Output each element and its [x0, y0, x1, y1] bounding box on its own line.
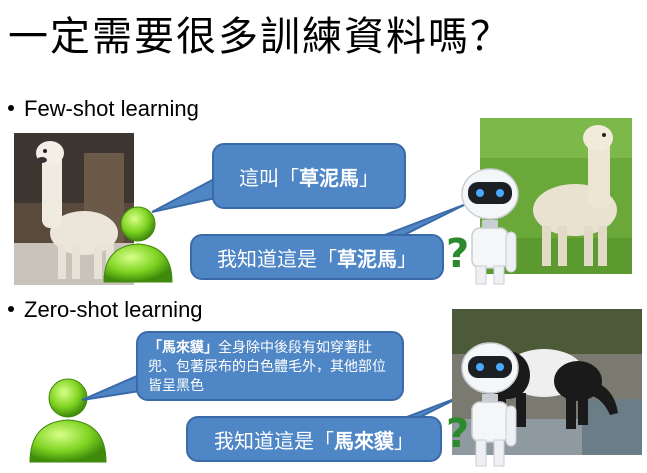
reply-close-quote: 」 — [394, 428, 414, 453]
few-shot-speech-bubble: 這叫「草泥馬」 — [212, 143, 406, 209]
reply-animal-name: 馬來貘 — [334, 428, 394, 453]
reply-close-quote: 」 — [397, 246, 417, 271]
desc-close-quote: 」 — [204, 340, 218, 356]
few-shot-robot-reply: 我知道這是「草泥馬」 — [190, 234, 444, 280]
reply-open-quote: 「 — [317, 246, 337, 271]
reply-prefix: 我知道這是 — [217, 246, 317, 271]
speech-close-quote: 」 — [359, 165, 379, 190]
bullet-zero-shot-label: Zero-shot learning — [24, 297, 203, 322]
page-title: 一定需要很多訓練資料嗎？ — [8, 14, 512, 60]
desc-open-quote: 「 — [148, 340, 162, 356]
callout-tail — [151, 176, 217, 213]
speech-prefix: 這叫 — [239, 165, 279, 190]
reply-prefix: 我知道這是 — [214, 428, 314, 453]
bullet-few-shot-label: Few-shot learning — [24, 96, 199, 121]
bullet-zero-shot: Zero-shot learning — [6, 297, 203, 323]
zero-shot-robot-reply: 我知道這是「馬來貘」 — [186, 416, 442, 462]
reply-animal-name: 草泥馬 — [337, 246, 397, 271]
question-mark: ? — [446, 231, 470, 277]
bullet-dot — [8, 105, 14, 112]
desc-animal-name: 馬來貘 — [162, 340, 204, 356]
question-mark: ? — [446, 411, 470, 457]
bullet-few-shot: Few-shot learning — [6, 96, 199, 122]
speech-animal-name: 草泥馬 — [299, 165, 359, 190]
bullet-dot — [8, 306, 14, 313]
reply-open-quote: 「 — [314, 428, 334, 453]
speech-open-quote: 「 — [279, 165, 299, 190]
zero-shot-description-bubble: 「馬來貘」全身除中後段有如穿著肚兜、包著尿布的白色體毛外，其他部位皆呈黑色 — [136, 331, 404, 401]
